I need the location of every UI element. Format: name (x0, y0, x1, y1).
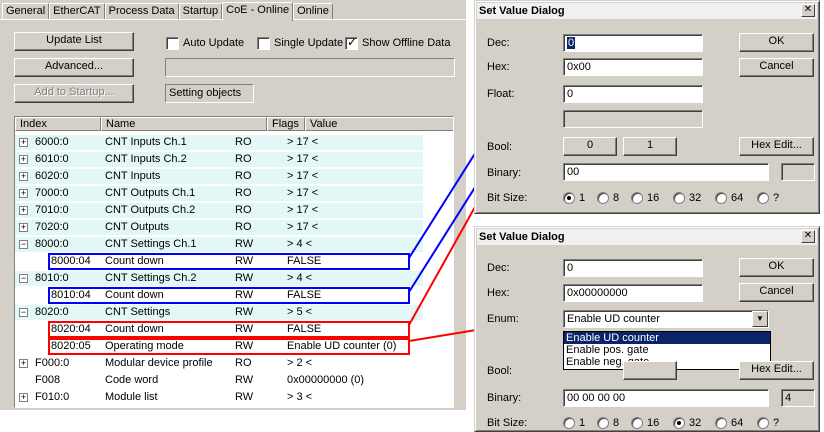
bitsize-label: Bit Size: (487, 417, 528, 429)
binary-length-field: 4 (781, 389, 815, 407)
cancel-button[interactable]: Cancel (739, 58, 814, 77)
bitsize-radio[interactable] (715, 417, 727, 429)
enum-option[interactable]: Enable pos. gate (564, 344, 770, 356)
bitsize-radio[interactable] (563, 417, 575, 429)
bool-1-button[interactable] (623, 361, 677, 380)
hex-edit-button[interactable]: Hex Edit... (739, 137, 814, 156)
bool-1-button[interactable]: 1 (623, 137, 677, 156)
bitsize-option-label: ? (773, 192, 780, 204)
bitsize-radio[interactable] (757, 192, 769, 204)
bitsize-radio[interactable] (631, 417, 643, 429)
close-icon[interactable]: ✕ (801, 230, 815, 243)
bitsize-option-label: 8 (613, 192, 620, 204)
bitsize-option-label: 1 (579, 417, 586, 429)
hex-edit-button[interactable]: Hex Edit... (739, 361, 814, 380)
binary-label: Binary: (487, 392, 522, 404)
float-input[interactable]: 0 (563, 85, 703, 103)
bitsize-radio[interactable] (631, 192, 643, 204)
float-label: Float: (487, 88, 515, 100)
dialog-2-title: Set Value Dialog ✕ (477, 229, 817, 245)
binary-input[interactable]: 00 (563, 163, 769, 181)
bitsize-option-label: ? (773, 417, 780, 429)
dec-label: Dec: (487, 37, 510, 49)
bitsize-option-label: 32 (689, 417, 702, 429)
bitsize-option-label: 8 (613, 417, 620, 429)
float-readonly-field (563, 110, 703, 128)
bitsize-radio[interactable] (563, 192, 575, 204)
dec-label: Dec: (487, 262, 510, 274)
bitsize-radio[interactable] (673, 192, 685, 204)
set-value-dialog-1: Set Value Dialog ✕ Dec: 0 Hex: 0x00 Floa… (474, 0, 820, 214)
hex-input[interactable]: 0x00 (563, 58, 703, 76)
ok-button[interactable]: OK (739, 258, 814, 277)
bool-label: Bool: (487, 365, 513, 377)
tab-coe-online[interactable]: CoE - Online (222, 2, 294, 21)
ok-button[interactable]: OK (739, 33, 814, 52)
binary-length-field (781, 163, 815, 181)
cancel-button[interactable]: Cancel (739, 283, 814, 302)
binary-input[interactable]: 00 00 00 00 (563, 389, 769, 407)
radio-dot-icon (677, 421, 681, 425)
enum-select[interactable]: Enable UD counter (563, 310, 769, 328)
bitsize-radio[interactable] (715, 192, 727, 204)
bitsize-option-label: 32 (689, 192, 702, 204)
radio-dot-icon (567, 196, 571, 200)
bitsize-option-label: 64 (731, 192, 744, 204)
enum-label: Enum: (487, 313, 519, 325)
dec-input[interactable]: 0 (563, 259, 703, 277)
bitsize-radio[interactable] (597, 417, 609, 429)
bitsize-label: Bit Size: (487, 192, 528, 204)
bitsize-radio[interactable] (673, 417, 685, 429)
bitsize-option-label: 16 (647, 192, 660, 204)
close-icon[interactable]: ✕ (801, 4, 815, 17)
bool-label: Bool: (487, 141, 513, 153)
hex-label: Hex: (487, 61, 510, 73)
dialog-1-title: Set Value Dialog ✕ (477, 3, 817, 19)
set-value-dialog-2: Set Value Dialog ✕ Dec: 0 Hex: 0x0000000… (474, 226, 820, 432)
bitsize-radio[interactable] (597, 192, 609, 204)
hex-label: Hex: (487, 287, 510, 299)
bitsize-option-label: 16 (647, 417, 660, 429)
binary-label: Binary: (487, 167, 522, 179)
enum-option[interactable]: Enable UD counter (564, 332, 770, 344)
chevron-down-icon[interactable]: ▼ (752, 311, 768, 327)
bitsize-radio[interactable] (757, 417, 769, 429)
hex-input[interactable]: 0x00000000 (563, 284, 703, 302)
bool-0-button[interactable]: 0 (563, 137, 617, 156)
bitsize-option-label: 64 (731, 417, 744, 429)
bitsize-option-label: 1 (579, 192, 586, 204)
dec-input[interactable]: 0 (563, 34, 703, 52)
